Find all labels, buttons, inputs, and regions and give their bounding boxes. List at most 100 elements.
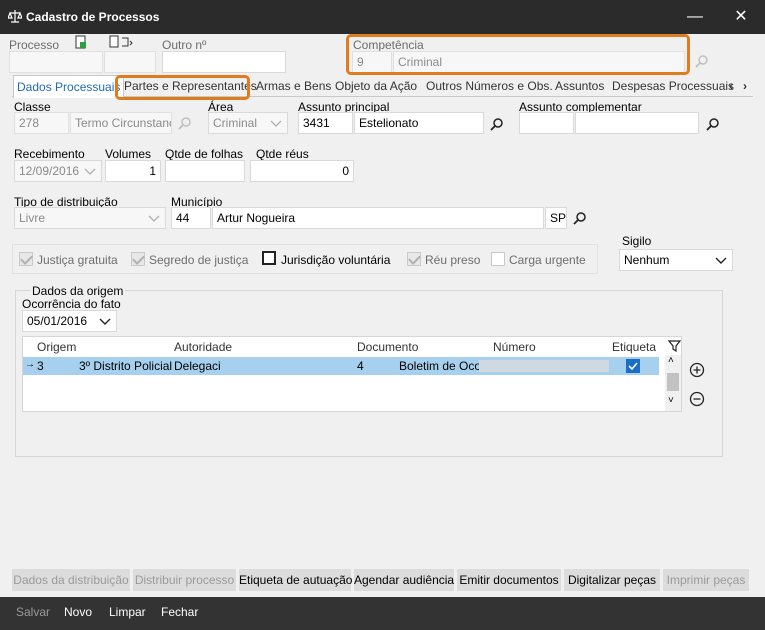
tab-assuntos[interactable]: Assuntos: [552, 75, 607, 97]
volumes-label: Volumes: [105, 147, 152, 161]
window-title: Cadastro de Processos: [26, 10, 160, 24]
jurisdicao-voluntaria-checkbox[interactable]: [262, 251, 276, 265]
processo-digit-field[interactable]: [104, 51, 156, 73]
cell-documento-code: 4: [357, 359, 364, 373]
tab-armas-bens[interactable]: Armas e Bens: [253, 75, 334, 97]
municipio-value-field[interactable]: Artur Nogueira: [212, 207, 544, 229]
cell-origem-name: 3º Distrito Policial: [79, 359, 173, 373]
sigilo-select[interactable]: Nenhum: [619, 249, 733, 271]
column-header-numero[interactable]: Número: [493, 340, 536, 354]
table-row[interactable]: → 3 3º Distrito Policial Delegaci 4 Bole…: [23, 357, 659, 375]
chevron-down-icon: [715, 257, 727, 264]
segredo-justica-label: Segredo de justiça: [149, 253, 249, 267]
salvar-button[interactable]: Salvar: [16, 605, 50, 619]
dados-origem-title: Dados da origem: [30, 284, 126, 298]
scroll-down-icon[interactable]: ˅: [668, 395, 674, 406]
jurisdicao-voluntaria-label: Jurisdição voluntária: [281, 253, 391, 267]
limpar-button[interactable]: Limpar: [109, 605, 146, 619]
classe-search-icon[interactable]: [177, 116, 193, 132]
competencia-highlight: [346, 34, 690, 75]
grid-scrollbar[interactable]: ˄ ˅: [665, 355, 681, 411]
tab-objeto-acao[interactable]: Objeto da Ação: [332, 75, 420, 97]
sigilo-value: Nenhum: [624, 253, 670, 267]
distribuir-processo-button[interactable]: Distribuir processo: [133, 569, 236, 591]
column-header-etiqueta[interactable]: Etiqueta: [612, 340, 656, 354]
qtde-folhas-label: Qtde de folhas: [165, 147, 244, 161]
classe-value-field[interactable]: Termo Circunstanci: [70, 112, 172, 134]
assunto-principal-search-icon[interactable]: [489, 117, 505, 133]
scroll-up-icon[interactable]: ˄: [668, 355, 674, 366]
close-button[interactable]: ✕: [718, 0, 764, 34]
municipio-uf-field[interactable]: SP: [545, 207, 567, 229]
add-circle-icon[interactable]: [689, 362, 705, 378]
scales-icon: [8, 10, 22, 23]
tipo-distribuicao-value: Livre: [19, 211, 46, 225]
imprimir-pecas-button[interactable]: Imprimir peças: [663, 569, 749, 591]
remove-circle-icon[interactable]: [689, 391, 705, 407]
dados-distribuicao-button[interactable]: Dados da distribuição: [12, 569, 130, 591]
recebimento-date-picker[interactable]: 12/09/2016: [14, 160, 102, 182]
cell-numero-redacted: [479, 360, 609, 372]
segredo-justica-checkbox[interactable]: [131, 252, 145, 266]
filter-icon[interactable]: [668, 339, 682, 353]
tab-dados-processuais[interactable]: Dados Processuais: [13, 75, 125, 98]
tab-scroll-right-icon[interactable]: ›: [740, 75, 750, 97]
agendar-audiencia-button[interactable]: Agendar audiência: [354, 569, 454, 591]
qtde-folhas-field[interactable]: [165, 160, 245, 182]
etiqueta-autuacao-button[interactable]: Etiqueta de autuação: [239, 569, 352, 591]
checkmark-icon: [628, 362, 638, 371]
ocorrencia-label: Ocorrência do fato: [22, 297, 121, 311]
assunto-complementar-code-field[interactable]: [519, 112, 574, 134]
column-header-origem[interactable]: Origem: [37, 340, 76, 354]
recebimento-label: Recebimento: [14, 147, 85, 161]
outro-numero-label: Outro nº: [162, 38, 207, 52]
column-header-autoridade[interactable]: Autoridade: [174, 340, 232, 354]
bottom-toolbar: Salvar Novo Limpar Fechar: [0, 597, 765, 630]
assunto-principal-code-field[interactable]: 3431: [298, 112, 353, 134]
tab-outros-numeros[interactable]: Outros Números e Obs.: [423, 75, 556, 97]
novo-button[interactable]: Novo: [64, 605, 92, 619]
chevron-down-icon: [84, 168, 96, 175]
processo-number-field[interactable]: [9, 51, 103, 73]
copy-icon[interactable]: [108, 35, 134, 49]
qtde-reus-field[interactable]: 0: [250, 160, 354, 182]
tab-scroll-left-icon[interactable]: ‹: [726, 75, 736, 97]
assunto-complementar-value-field[interactable]: [575, 112, 699, 134]
processo-label: Processo: [9, 38, 60, 52]
row-indicator-arrow-icon: →: [25, 359, 35, 370]
scrollbar-thumb[interactable]: [667, 373, 679, 391]
outro-numero-field[interactable]: [162, 51, 286, 73]
area-select-value: Criminal: [213, 116, 258, 130]
carga-urgente-label: Carga urgente: [509, 253, 586, 267]
competencia-search-icon[interactable]: [694, 54, 710, 70]
digitalizar-pecas-button[interactable]: Digitalizar peças: [564, 569, 660, 591]
assunto-principal-value-field[interactable]: Estelionato: [354, 112, 484, 134]
volumes-field[interactable]: 1: [105, 160, 161, 182]
carga-urgente-checkbox[interactable]: [491, 252, 505, 266]
assunto-complementar-search-icon[interactable]: [705, 117, 721, 133]
etiqueta-checkbox[interactable]: [626, 359, 640, 373]
ocorrencia-value: 05/01/2016: [27, 314, 88, 328]
tipo-distribuicao-select[interactable]: Livre: [14, 207, 166, 229]
cell-autoridade: Delegaci: [174, 359, 221, 373]
column-header-documento[interactable]: Documento: [357, 340, 418, 354]
ocorrencia-date-picker[interactable]: 05/01/2016: [22, 310, 117, 332]
tab-despesas-processuais[interactable]: Despesas Processuais: [609, 75, 737, 97]
justica-gratuita-checkbox[interactable]: [19, 252, 33, 266]
municipio-code-field[interactable]: 44: [171, 207, 211, 229]
area-select[interactable]: Criminal: [208, 112, 288, 134]
chevron-down-icon: [99, 318, 111, 325]
cell-documento-name: Boletim de Oco: [399, 359, 482, 373]
title-bar: Cadastro de Processos — ✕: [0, 0, 765, 34]
partes-tab-highlight: [115, 75, 250, 100]
chevron-down-icon: [270, 120, 282, 127]
emitir-documentos-button[interactable]: Emitir documentos: [457, 569, 561, 591]
classe-code-field[interactable]: 278: [14, 112, 69, 134]
municipio-search-icon[interactable]: [572, 211, 588, 227]
new-document-icon[interactable]: [74, 35, 88, 49]
cell-origem-code: 3: [37, 359, 44, 373]
minimize-button[interactable]: —: [672, 0, 718, 34]
justica-gratuita-label: Justiça gratuita: [37, 253, 118, 267]
fechar-button[interactable]: Fechar: [161, 605, 198, 619]
reu-preso-checkbox[interactable]: [407, 252, 421, 266]
